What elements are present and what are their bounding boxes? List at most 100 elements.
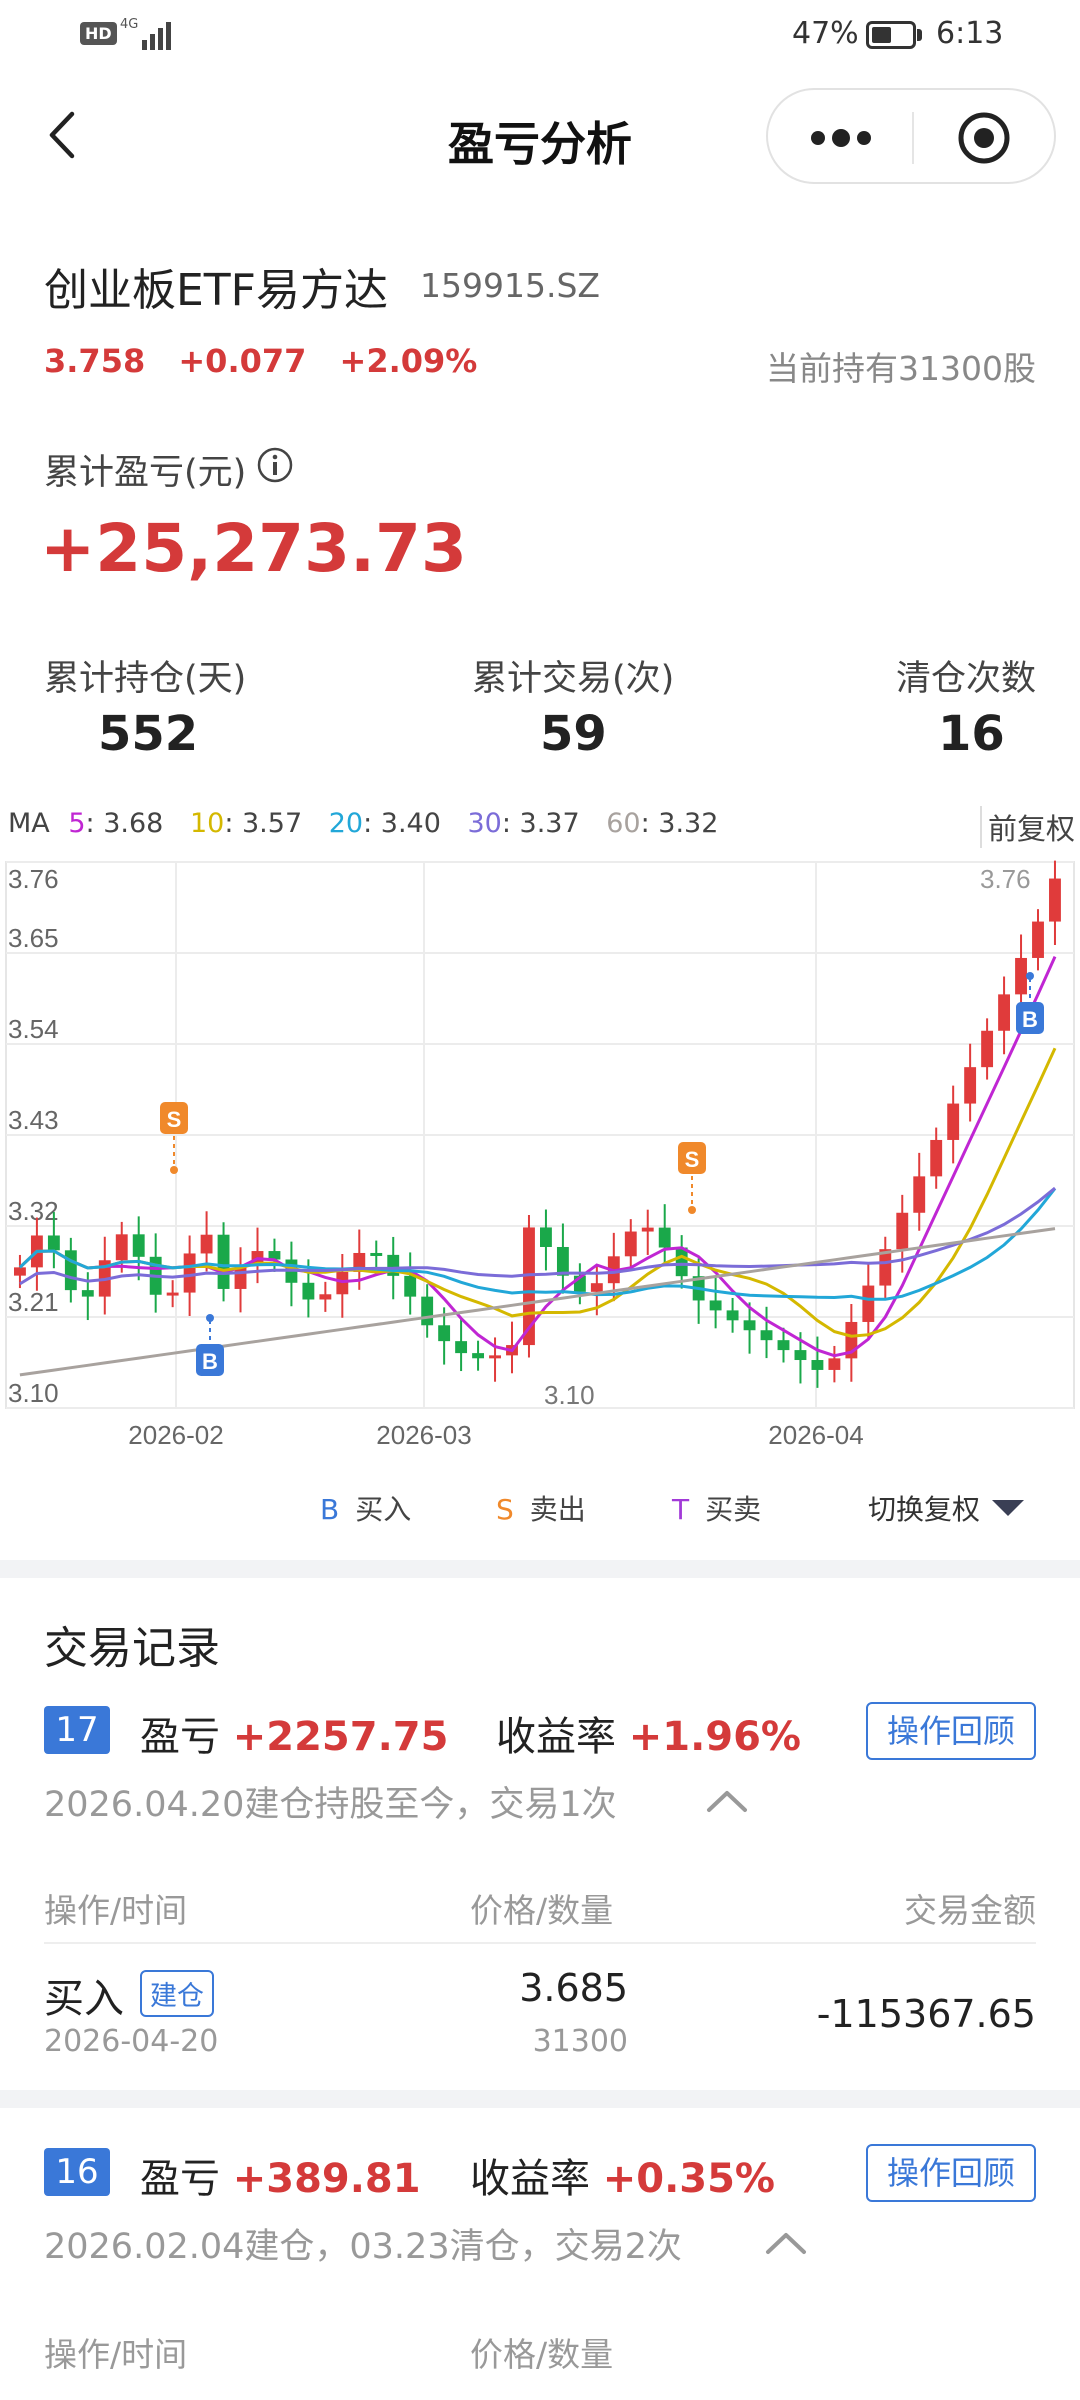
candle-body — [1032, 921, 1044, 958]
battery-icon — [866, 21, 916, 49]
kline-chart[interactable]: 3.76 3.65 3.54 3.43 3.32 3.21 3.10 2026-02 2026-… — [0, 848, 1080, 1452]
ma60-key: 60 — [606, 808, 641, 839]
adjust-type[interactable]: 前复权 — [980, 806, 1075, 848]
ma10-value: 3.57 — [242, 808, 303, 839]
review-button[interactable]: 操作回顾 — [866, 2144, 1036, 2202]
stock-code: 159915.SZ — [420, 266, 601, 305]
legend-buy-label: 买入 — [355, 1493, 412, 1526]
legend-sell-key: S — [496, 1493, 514, 1526]
candle-body — [438, 1325, 451, 1342]
stock-change-pct: +2.09% — [339, 342, 478, 380]
y-tick-label: 3.65 — [8, 923, 59, 953]
page-title: 盈亏分析 — [448, 117, 632, 171]
record-pl: 盈亏 +389.81 — [140, 2146, 421, 2204]
candle-body — [896, 1212, 909, 1250]
candle-body — [302, 1282, 315, 1300]
candle-body — [981, 1030, 994, 1068]
candle-body — [998, 994, 1011, 1031]
op-price: 3.685 — [519, 1966, 628, 2010]
back-icon[interactable] — [42, 110, 82, 160]
ma-label: MA — [8, 808, 50, 839]
candle-body — [81, 1290, 94, 1297]
section-divider — [0, 1560, 1080, 1578]
candle-body — [862, 1285, 875, 1322]
col-amount-header: 交易金额 — [904, 1891, 1036, 1930]
record-rate-value: +0.35% — [602, 2156, 776, 2202]
stat-clear-value: 16 — [938, 706, 1005, 762]
table-header-divider — [44, 1942, 1036, 1944]
ma30-key: 30 — [467, 808, 502, 839]
candle-body — [64, 1250, 77, 1291]
marker-dot — [1026, 972, 1034, 980]
candle-body — [132, 1234, 145, 1257]
triangle-down-icon[interactable] — [990, 1498, 1026, 1518]
legend-buy: B 买入 — [320, 1488, 411, 1528]
candle-body — [794, 1350, 807, 1361]
op-type: 买入 — [44, 1976, 124, 2022]
records-title: 交易记录 — [44, 1623, 220, 1674]
status-bar: HD 4G 47% 6:13 — [0, 0, 1080, 72]
candle-body — [183, 1253, 196, 1293]
chevron-up-icon[interactable] — [764, 2230, 808, 2256]
legend-trade: T 买卖 — [672, 1488, 761, 1528]
more-icon[interactable] — [806, 126, 876, 150]
stock-change: +0.077 — [178, 342, 307, 380]
ma-indicator-row: MA 5: 3.68 10: 3.57 20: 3.40 30: 3.37 60… — [8, 808, 719, 839]
min-price-label: 3.10 — [544, 1380, 595, 1410]
hd-badge: HD — [80, 22, 117, 45]
col-op-header: 操作/时间 — [44, 2335, 188, 2374]
stock-name: 创业板ETF易方达 — [44, 265, 388, 316]
candle-body — [947, 1103, 960, 1140]
stat-clear-label: 清仓次数 — [895, 659, 1036, 699]
stock-price: 3.758 — [44, 342, 146, 380]
chevron-up-icon[interactable] — [705, 1788, 749, 1814]
candle-body — [760, 1330, 773, 1341]
marker-letter: S — [685, 1147, 700, 1172]
candle-body — [624, 1231, 637, 1257]
marker-letter: B — [202, 1349, 218, 1374]
record-pl-value: +389.81 — [232, 2156, 421, 2202]
signal-icon — [142, 22, 171, 50]
candle-body — [115, 1234, 128, 1261]
candle-body — [14, 1267, 26, 1276]
candle-body — [913, 1176, 926, 1213]
record-number-badge: 16 — [44, 2148, 110, 2196]
legend-trade-key: T — [672, 1493, 690, 1526]
candle-body — [455, 1341, 468, 1354]
record-number-badge: 17 — [44, 1706, 110, 1754]
record-divider — [0, 2090, 1080, 2108]
switch-adjust-button[interactable]: 切换复权 — [868, 1488, 980, 1528]
ma20-value: 3.40 — [380, 808, 441, 839]
candle-body — [1049, 878, 1061, 922]
candle-body — [590, 1283, 603, 1292]
marker-dot — [170, 1166, 178, 1174]
legend-sell-label: 卖出 — [529, 1493, 586, 1526]
candle-body — [200, 1234, 213, 1254]
candle-body — [319, 1294, 332, 1300]
candle-body — [217, 1234, 230, 1289]
candle-body — [777, 1340, 790, 1351]
candle-body — [166, 1292, 179, 1296]
record-rate: 收益率 +1.96% — [496, 1704, 801, 1762]
candle-body — [404, 1275, 417, 1297]
ma30-value: 3.37 — [519, 808, 580, 839]
stock-quote: 3.758 +0.077 +2.09% — [44, 342, 499, 380]
stat-hold-days-value: 552 — [98, 706, 199, 762]
close-target-icon[interactable] — [956, 110, 1012, 166]
info-icon[interactable] — [256, 446, 294, 484]
candle-body — [675, 1247, 688, 1277]
review-button[interactable]: 操作回顾 — [866, 1702, 1036, 1760]
stat-hold-days-label: 累计持仓(天) — [44, 659, 247, 699]
candle-body — [811, 1360, 824, 1370]
record-summary: 2026.04.20建仓持股至今，交易1次 — [44, 1785, 617, 1825]
clock: 6:13 — [936, 16, 1004, 51]
record-pl-label: 盈亏 — [140, 2156, 220, 2202]
record-summary: 2026.02.04建仓，03.23清仓，交易2次 — [44, 2227, 682, 2267]
legend-sell: S 卖出 — [496, 1488, 586, 1528]
ma5-key: 5 — [68, 808, 86, 839]
op-tag: 建仓 — [140, 1970, 214, 2017]
record-rate-label: 收益率 — [470, 2156, 590, 2202]
ma20-key: 20 — [328, 808, 364, 839]
candle-body — [540, 1227, 552, 1247]
x-tick-label: 2026-04 — [768, 1420, 863, 1450]
